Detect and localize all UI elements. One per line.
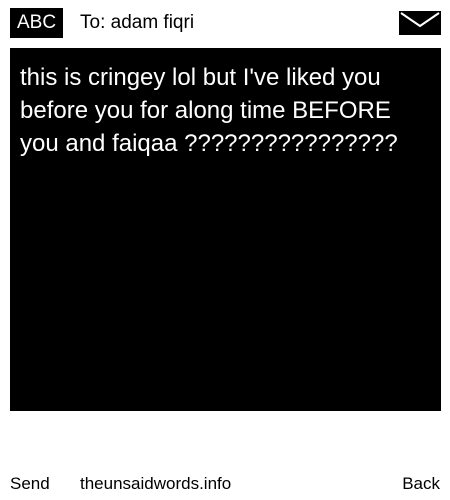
back-button[interactable]: Back: [402, 470, 440, 498]
site-label: theunsaidwords.info: [80, 474, 232, 493]
message-header: ABC To: adam fiqri: [0, 0, 450, 48]
message-text: this is cringey lol but I've liked you b…: [20, 64, 398, 157]
input-mode-badge: ABC: [10, 8, 64, 38]
envelope-icon: [399, 11, 441, 35]
message-body[interactable]: this is cringey lol but I've liked you b…: [10, 48, 441, 411]
send-button[interactable]: Send: [10, 470, 50, 498]
recipient-label: To: adam fiqri: [80, 12, 195, 33]
softkey-bar: Send theunsaidwords.info Back: [0, 470, 450, 498]
